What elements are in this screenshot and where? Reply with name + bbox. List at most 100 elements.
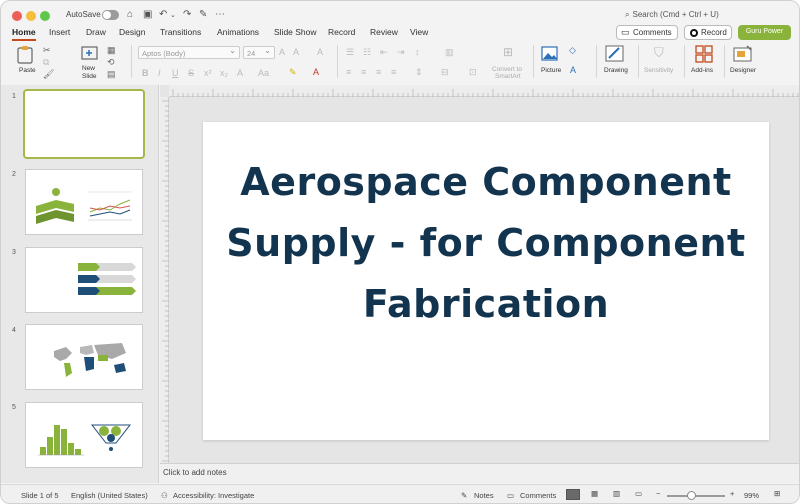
search-box[interactable]: ⌕ Search (Cmd + Ctrl + U)	[625, 10, 719, 20]
convert-smartart-label-1: Convert to	[492, 66, 522, 73]
layout-icon[interactable]: ▦	[107, 45, 116, 56]
slide-thumbnail-1[interactable]	[23, 89, 145, 159]
slide-sorter-icon[interactable]: ▦	[591, 489, 598, 498]
font-color-icon[interactable]: A	[313, 67, 319, 77]
strikethrough-icon[interactable]: S	[188, 68, 194, 78]
tab-transitions[interactable]: Transitions	[160, 27, 201, 37]
zoom-slider-handle[interactable]	[687, 491, 696, 500]
tab-design[interactable]: Design	[119, 27, 145, 37]
slideshow-view-icon[interactable]: ▭	[635, 489, 642, 498]
slide-thumbnail-2[interactable]	[25, 169, 143, 235]
close-window-button[interactable]	[12, 11, 22, 21]
autosave-toggle[interactable]	[102, 10, 119, 20]
tab-view[interactable]: View	[410, 27, 428, 37]
sensitivity-label: Sensitivity	[644, 67, 674, 74]
columns-icon[interactable]: ▥	[445, 47, 454, 58]
change-case-icon[interactable]: Aa	[258, 68, 269, 78]
shapes-icon[interactable]: ◇	[569, 45, 576, 56]
drawing-icon[interactable]	[605, 45, 625, 63]
comments-icon: ▭	[507, 491, 515, 500]
decrease-indent-icon[interactable]: ⇤	[380, 47, 388, 58]
notes-toggle[interactable]: Notes	[474, 491, 494, 500]
slide-title[interactable]: Aerospace Component Supply - for Compone…	[223, 152, 749, 335]
undo-dropdown-icon[interactable]: ⌄	[170, 11, 176, 19]
slide-thumbnail-5[interactable]	[25, 402, 143, 468]
undo-icon[interactable]: ↶	[159, 9, 167, 20]
more-icon[interactable]: ⋯	[215, 9, 225, 20]
home-icon[interactable]: ⌂	[127, 9, 133, 20]
autosave-label: AutoSave	[66, 10, 101, 19]
paste-icon[interactable]	[15, 45, 37, 65]
align-text-icon[interactable]: ⊟	[441, 67, 449, 78]
zoom-out-icon[interactable]: −	[656, 489, 660, 498]
new-slide-icon[interactable]	[81, 45, 99, 63]
numbering-icon[interactable]: ☷	[363, 47, 371, 58]
search-placeholder: Search (Cmd + Ctrl + U)	[632, 10, 719, 19]
line-spacing-icon[interactable]: ↕	[415, 47, 420, 57]
underline-icon[interactable]: U	[172, 68, 179, 78]
smartart-icon[interactable]: ⊞	[503, 45, 513, 59]
increase-font-icon[interactable]: A	[279, 47, 285, 57]
edit-icon[interactable]: ✎	[199, 9, 207, 20]
current-slide[interactable]: Aerospace Component Supply - for Compone…	[203, 122, 769, 440]
tab-review[interactable]: Review	[370, 27, 398, 37]
tab-slide-show[interactable]: Slide Show	[274, 27, 317, 37]
designer-icon[interactable]	[733, 45, 753, 63]
bullets-icon[interactable]: ☰	[346, 47, 354, 58]
redo-icon[interactable]: ↷	[183, 9, 191, 20]
copy-icon[interactable]: ⧉	[43, 57, 49, 68]
font-size-select[interactable]: 24	[243, 46, 275, 59]
align-center-icon[interactable]: ≡	[361, 67, 366, 77]
bold-icon[interactable]: B	[142, 68, 149, 78]
clear-format-icon[interactable]: A	[317, 47, 323, 57]
guru-power-button[interactable]: Guru Power	[738, 25, 791, 40]
format-painter-icon[interactable]: 🖌	[43, 69, 54, 80]
tab-home[interactable]: Home	[12, 27, 36, 41]
fit-to-window-icon[interactable]: ⊞	[774, 489, 780, 498]
justify-icon[interactable]: ≡	[391, 67, 396, 77]
minimize-window-button[interactable]	[26, 11, 36, 21]
tab-draw[interactable]: Draw	[86, 27, 106, 37]
record-label: Record	[701, 28, 727, 37]
comments-toggle[interactable]: Comments	[520, 491, 556, 500]
section-icon[interactable]: ▤	[107, 69, 116, 80]
normal-view-icon[interactable]	[566, 489, 580, 500]
zoom-level[interactable]: 99%	[744, 491, 759, 500]
language-status[interactable]: English (United States)	[71, 491, 148, 500]
add-ins-icon[interactable]	[695, 45, 713, 63]
new-slide-label-2: Slide	[82, 73, 97, 80]
tab-animations[interactable]: Animations	[217, 27, 259, 37]
slide-thumbnail-3[interactable]	[25, 247, 143, 313]
align-right-icon[interactable]: ≡	[376, 67, 381, 77]
notes-pane[interactable]: Click to add notes	[160, 463, 799, 483]
superscript-icon[interactable]: x₂	[220, 68, 228, 78]
save-icon[interactable]: ▣	[143, 9, 152, 20]
cut-icon[interactable]: ✂	[43, 45, 51, 56]
smart-lookup-icon[interactable]: ⊡	[469, 67, 477, 78]
slide-thumbnail-4[interactable]	[25, 324, 143, 390]
reset-icon[interactable]: ⟲	[107, 57, 115, 68]
tab-record[interactable]: Record	[328, 27, 355, 37]
accessibility-status[interactable]: Accessibility: Investigate	[173, 491, 254, 500]
zoom-window-button[interactable]	[40, 11, 50, 21]
comments-button[interactable]: Comments	[616, 25, 678, 40]
zoom-in-icon[interactable]: +	[730, 489, 734, 498]
tab-insert[interactable]: Insert	[49, 27, 70, 37]
text-direction-icon[interactable]: ⇕	[415, 67, 423, 78]
increase-indent-icon[interactable]: ⇥	[397, 47, 405, 58]
highlight-icon[interactable]: ✎	[289, 67, 297, 78]
picture-label: Picture	[541, 67, 562, 74]
notes-placeholder: Click to add notes	[163, 468, 227, 477]
record-button[interactable]: Record	[684, 25, 732, 40]
decrease-font-icon[interactable]: A	[293, 47, 299, 57]
align-left-icon[interactable]: ≡	[346, 67, 351, 77]
text-box-icon[interactable]: A	[570, 65, 576, 75]
font-name-select[interactable]: Aptos (Body)	[138, 46, 240, 59]
picture-icon[interactable]	[541, 46, 559, 62]
italic-icon[interactable]: I	[158, 68, 161, 78]
sensitivity-icon[interactable]: ⛉	[654, 45, 664, 61]
shadow-icon[interactable]: A	[237, 68, 243, 78]
zoom-slider[interactable]	[667, 495, 725, 497]
reading-view-icon[interactable]: ▥	[613, 489, 620, 498]
subscript-icon[interactable]: x²	[204, 68, 212, 78]
